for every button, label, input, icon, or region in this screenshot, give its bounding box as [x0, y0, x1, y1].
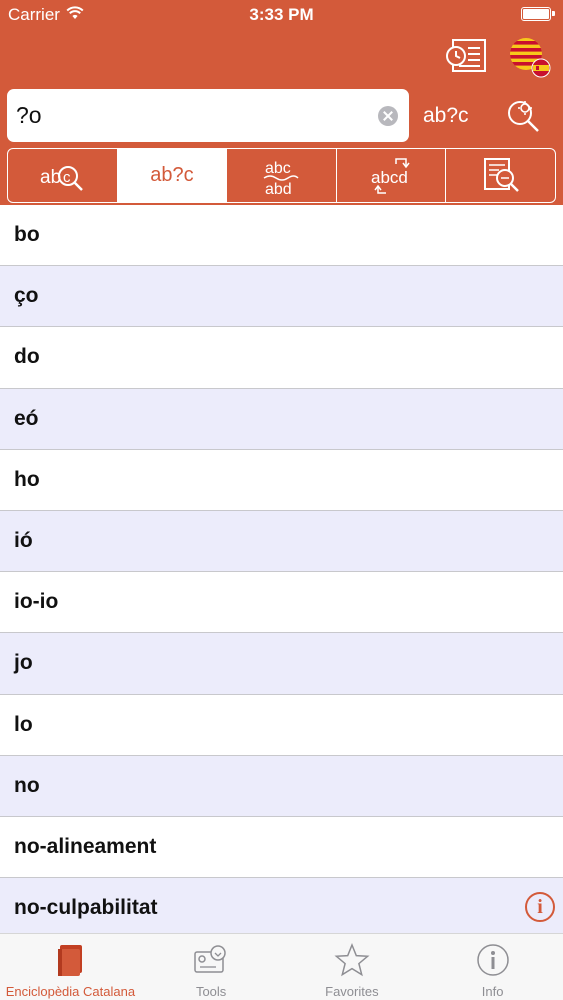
list-item-label: do — [14, 345, 40, 369]
list-item-label: bo — [14, 223, 40, 247]
svg-text:ab: ab — [40, 167, 61, 188]
history-list-icon — [446, 39, 486, 72]
tab-favorites[interactable]: Favorites — [282, 934, 423, 1000]
segment-wildcard-label: ab?c — [150, 164, 194, 186]
tab-label: Favorites — [325, 984, 379, 999]
book-icon — [50, 942, 90, 978]
svg-text:abc: abc — [265, 160, 291, 177]
segment-fulltext[interactable] — [446, 149, 555, 202]
segment-anagram[interactable]: abcd — [337, 149, 447, 202]
tab-label: Tools — [195, 984, 227, 999]
list-item-label: no — [14, 773, 40, 797]
list-item[interactable]: ho — [0, 450, 563, 511]
search-type-segmented-control: ab c ab?c abc abd abcd — [7, 148, 556, 203]
tab-enciclopedia[interactable]: Enciclopèdia Catalana — [0, 934, 141, 1000]
star-icon — [332, 942, 372, 978]
tab-label: Enciclopèdia Catalana — [5, 984, 136, 999]
list-item[interactable]: no — [0, 755, 563, 817]
list-item-label: eó — [14, 406, 39, 430]
tools-icon — [191, 942, 231, 978]
tab-bar: Enciclopèdia Catalana Tools Favorites In… — [0, 933, 563, 1000]
search-box — [7, 89, 409, 142]
search-settings-icon — [508, 101, 539, 132]
catalan-spanish-flag-icon — [510, 38, 551, 78]
tab-label: Info — [481, 984, 504, 999]
list-item[interactable]: do — [0, 327, 563, 389]
info-icon[interactable]: i — [525, 892, 555, 923]
clock: 3:33 PM — [249, 5, 314, 24]
search-mode-label[interactable]: ab?c — [423, 104, 469, 128]
list-item-label: no-alineament — [14, 834, 157, 858]
list-item-label: no-culpabilitat — [14, 896, 158, 920]
search-settings-button[interactable] — [503, 97, 543, 135]
list-item[interactable]: ço — [0, 266, 563, 328]
list-item[interactable]: bo — [0, 205, 563, 267]
list-item-label: lo — [14, 712, 33, 736]
list-item-label: ió — [14, 529, 33, 553]
results-list: bo ço do eó ho ió io-io jo lo no no-alin… — [0, 205, 563, 933]
list-item[interactable]: no-alineament — [0, 817, 563, 879]
list-item-label: jo — [14, 651, 33, 675]
tab-tools[interactable]: Tools — [141, 934, 282, 1000]
list-item[interactable]: eó — [0, 388, 563, 450]
text-search-icon: ab c — [40, 165, 84, 191]
similar-words-icon: abc abd — [264, 160, 300, 198]
search-input[interactable] — [16, 89, 371, 142]
tab-info[interactable]: Info — [422, 934, 563, 1000]
history-button[interactable] — [443, 36, 489, 76]
svg-text:c: c — [63, 169, 71, 186]
full-text-search-icon — [483, 157, 519, 192]
list-item-label: ço — [14, 284, 39, 308]
list-item[interactable]: jo — [0, 633, 563, 695]
svg-text:abcd: abcd — [371, 168, 408, 187]
clear-search-icon[interactable] — [378, 106, 398, 126]
list-item[interactable]: no-culpabilitat i — [0, 878, 563, 933]
language-button[interactable] — [506, 34, 554, 80]
segment-text-search[interactable]: ab c — [8, 149, 118, 202]
list-item[interactable]: io-io — [0, 572, 563, 634]
list-item-label: io-io — [14, 590, 59, 614]
list-item[interactable]: ió — [0, 510, 563, 573]
info-icon — [473, 942, 513, 978]
segment-similar[interactable]: abc abd — [227, 149, 337, 202]
battery-icon — [521, 7, 555, 21]
anagram-icon: abcd — [371, 157, 410, 194]
svg-text:abd: abd — [265, 181, 292, 198]
list-item-label: ho — [14, 467, 40, 491]
segment-wildcard[interactable]: ab?c — [117, 149, 228, 202]
list-item[interactable]: lo — [0, 695, 563, 756]
app-header: Carrier 3:33 PM ?o ab?c ab c ab?c abc ab… — [0, 0, 563, 205]
status-bar: Carrier 3:33 PM — [0, 0, 563, 30]
